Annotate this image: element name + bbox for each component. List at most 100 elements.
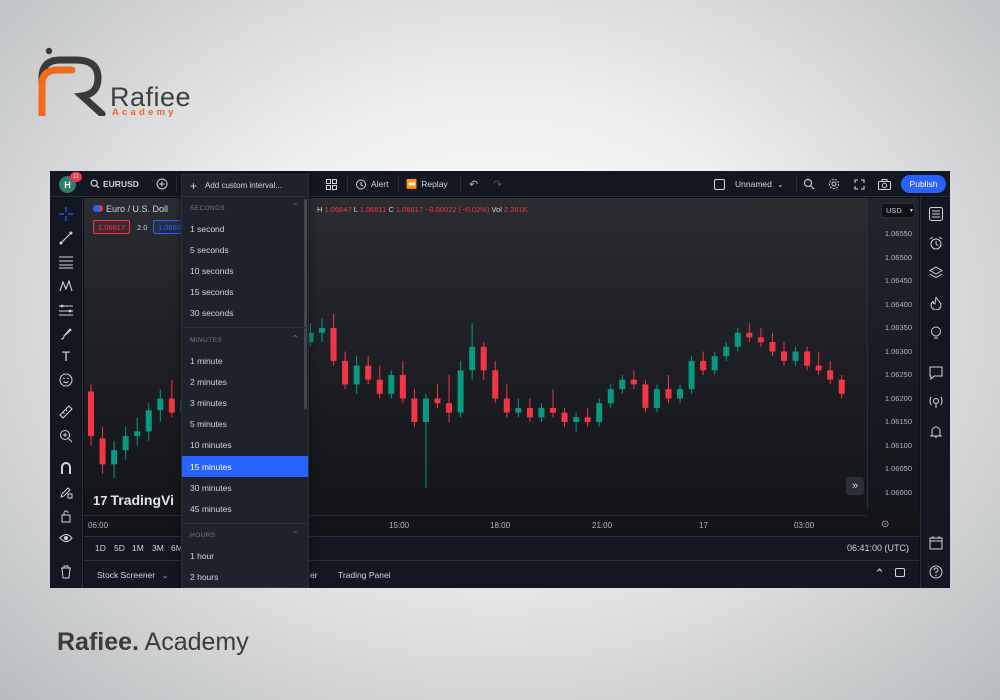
trendline-tool[interactable] [58, 230, 74, 246]
interval-option[interactable]: 30 minutes [182, 477, 308, 498]
add-custom-interval-button[interactable]: + Add custom interval... [182, 175, 308, 197]
hotlists-button[interactable] [928, 295, 944, 311]
chevron-down-icon: ▾ [909, 208, 913, 214]
pattern-tool[interactable] [58, 278, 74, 294]
chats-button[interactable] [928, 365, 944, 381]
interval-option[interactable]: 1 minute [182, 350, 308, 371]
replay-button[interactable]: ⏪ Replay [406, 171, 448, 197]
interval-section-header[interactable]: SECONDS ⌃ [182, 198, 308, 218]
candle-body [342, 360, 349, 385]
measure-tool[interactable] [58, 404, 74, 420]
sell-button[interactable]: 1.06617 [93, 220, 131, 234]
lock-drawings-tool[interactable] [58, 508, 74, 524]
prediction-tool[interactable] [58, 302, 74, 318]
candle [388, 370, 395, 399]
scroll-to-realtime-button[interactable]: » [846, 477, 864, 495]
quick-search-button[interactable] [803, 171, 815, 197]
alarm-clock-icon [356, 179, 366, 190]
rewind-icon: ⏪ [406, 178, 418, 189]
brush-tool[interactable] [58, 326, 74, 342]
flame-icon [930, 296, 942, 310]
object-tree-button[interactable] [928, 265, 944, 281]
candle-body [792, 351, 799, 361]
interval-option[interactable]: 2 hours [182, 567, 308, 587]
utc-clock[interactable]: 06:41:00 (UTC) [847, 543, 909, 553]
interval-option[interactable]: 10 seconds [182, 260, 308, 281]
interval-section-header[interactable]: HOURS ⌃ [182, 526, 308, 546]
range-button-5d[interactable]: 5D [114, 543, 125, 553]
symbol-search-button[interactable]: EURUSD [90, 171, 139, 197]
range-button-1d[interactable]: 1D [95, 543, 106, 553]
candle [596, 398, 603, 427]
interval-option[interactable]: 30 seconds [182, 303, 308, 324]
redo-button[interactable]: ↷ [493, 171, 502, 197]
notifications-button[interactable] [928, 424, 944, 440]
candle-body [619, 379, 626, 390]
compare-button[interactable] [156, 171, 168, 197]
candle-body [584, 417, 591, 422]
help-button[interactable] [928, 564, 944, 580]
range-button-1m[interactable]: 1M [132, 543, 144, 553]
interval-dropdown: + Add custom interval... SECONDS ⌃ 1 secon… [181, 174, 309, 588]
emoji-tool[interactable] [58, 372, 74, 388]
trading-panel-tab[interactable]: Trading Panel [338, 570, 391, 580]
stock-screener-tab[interactable]: Stock Screener ⌄ [97, 570, 168, 580]
interval-option[interactable]: 15 minutes [182, 456, 308, 477]
interval-option[interactable]: 3 minutes [182, 392, 308, 413]
alert-label: Alert [371, 179, 389, 189]
interval-option[interactable]: 2 minutes [182, 371, 308, 392]
brand-subtitle: Academy [112, 107, 177, 118]
undo-button[interactable]: ↶ [469, 171, 478, 197]
zoom-tool[interactable] [58, 428, 74, 444]
interval-option[interactable]: 10 minutes [182, 435, 308, 456]
currency-button[interactable]: USD ▾ [881, 203, 915, 218]
candle [584, 407, 591, 427]
candle [561, 407, 568, 427]
calendar-button[interactable] [928, 535, 944, 551]
layout-menu-button[interactable]: Unnamed ⌄ [714, 171, 784, 197]
candle [688, 356, 695, 394]
layouts-button[interactable] [326, 171, 337, 197]
ideas-button[interactable] [928, 325, 944, 341]
fib-tool[interactable] [58, 254, 74, 270]
settings-button[interactable] [828, 171, 840, 197]
chevron-up-icon: ⌃ [291, 202, 299, 211]
price-tick-label: 1.06250 [884, 370, 912, 379]
crosshair-tool[interactable] [58, 206, 74, 222]
magnet-tool[interactable] [58, 460, 74, 476]
pine-editor-tab[interactable]: er [310, 570, 318, 580]
candle [446, 375, 453, 422]
collapse-panel-button[interactable]: ⌃ [874, 566, 885, 582]
drawing-toolbar: T [50, 198, 83, 588]
alert-button[interactable]: Alert [355, 171, 388, 197]
range-button-3m[interactable]: 3M [152, 543, 164, 553]
candle [550, 389, 556, 418]
snapshot-button[interactable] [878, 171, 891, 197]
text-tool[interactable]: T [58, 348, 74, 364]
interval-option[interactable]: 1 second [182, 218, 308, 239]
price-tick-label: 1.06000 [884, 487, 912, 497]
interval-option[interactable]: 15 seconds [182, 282, 308, 303]
interval-section-header[interactable]: MINUTES ⌃ [182, 330, 308, 350]
interval-option[interactable]: 5 minutes [182, 414, 308, 435]
streams-button[interactable] [928, 394, 944, 410]
interval-option[interactable]: 5 seconds [182, 239, 308, 260]
stay-drawing-tool[interactable] [58, 484, 74, 500]
zoom-in-icon [60, 430, 73, 443]
publish-button[interactable]: Publish [901, 175, 946, 193]
candle [376, 365, 383, 399]
widget-bar [920, 198, 950, 588]
interval-option[interactable]: 1 hour [182, 546, 308, 567]
hide-drawings-tool[interactable] [58, 530, 74, 546]
interval-option[interactable]: 45 minutes [182, 498, 308, 519]
alerts-button[interactable] [928, 235, 944, 251]
candle [700, 351, 707, 375]
ruler-icon [59, 405, 73, 419]
candle-body [573, 417, 580, 422]
fullscreen-button[interactable] [854, 171, 865, 197]
price-axis[interactable]: USD ▾ 1.06550 1.06500 1.06450 1.06400 1.06350… [867, 198, 919, 510]
watchlist-button[interactable] [928, 206, 944, 222]
maximize-panel-button[interactable] [895, 568, 905, 579]
add-custom-interval-label: Add custom interval... [205, 181, 282, 190]
remove-drawings-tool[interactable] [58, 564, 74, 580]
